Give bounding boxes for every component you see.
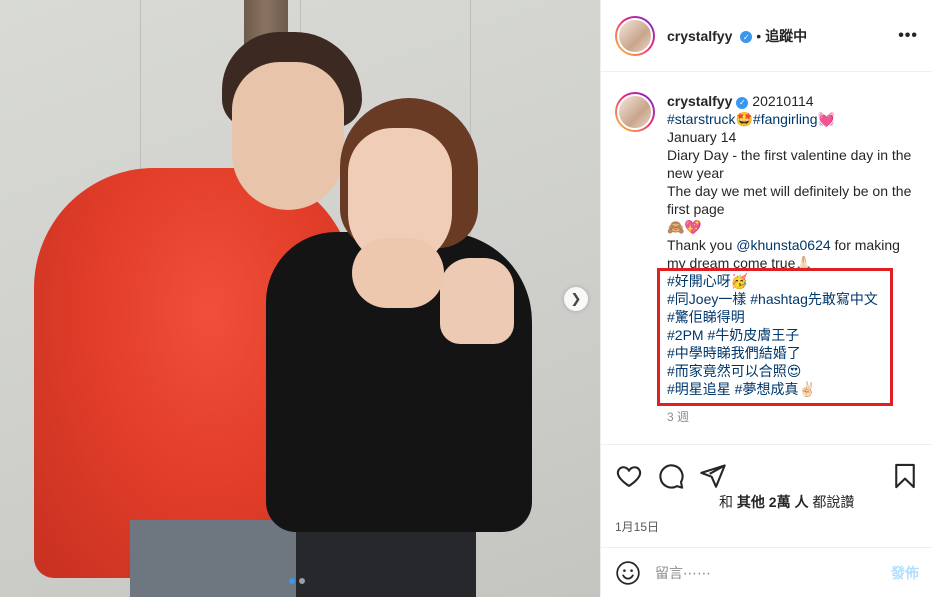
caption-line: The day we met will definitely be on the… <box>667 183 912 217</box>
comment-bar: 發佈 <box>601 547 932 597</box>
caption-body: crystalfyy ✓ 20210114 #starstruck🤩#fangir… <box>657 92 920 444</box>
hashtag-starstruck[interactable]: #starstruck <box>667 111 735 127</box>
mention-link[interactable]: @khunsta0624 <box>736 237 830 253</box>
hashtag-block: #好開心呀🥳 #同Joey一樣 #hashtag先敢寫中文 #驚佢睇得明 #2P… <box>657 268 920 406</box>
comment-input[interactable] <box>655 564 855 581</box>
hashtag-line[interactable]: #同Joey一樣 #hashtag先敢寫中文 <box>667 290 920 308</box>
following-button[interactable]: 追蹤中 <box>765 26 807 46</box>
post-comment-button[interactable]: 發佈 <box>891 563 919 583</box>
comment-icon[interactable] <box>657 462 685 490</box>
caption-area: crystalfyy ✓ 20210114 #starstruck🤩#fangir… <box>601 72 932 444</box>
post-side-panel: crystalfyy ✓ • 追蹤中 ••• crystalfyy ✓ 20210… <box>600 0 932 597</box>
header-username[interactable]: crystalfyy ✓ <box>667 28 753 44</box>
caption-line: January 14 <box>667 129 737 145</box>
carousel-indicator <box>289 578 305 584</box>
hashtag-line[interactable]: #明星追星 #夢想成真✌🏻 <box>667 380 920 398</box>
likes-prefix: 和 <box>719 494 733 510</box>
man-jeans <box>130 520 310 597</box>
caption-date-tag: 20210114 <box>752 93 814 109</box>
bookmark-icon[interactable] <box>891 462 919 490</box>
likes-suffix: 都說讚 <box>812 494 855 510</box>
woman-hands <box>352 238 444 308</box>
post-header: crystalfyy ✓ • 追蹤中 ••• <box>601 0 932 72</box>
woman-shoulder <box>440 258 514 344</box>
action-bar <box>601 444 932 494</box>
more-options-icon[interactable]: ••• <box>898 27 918 45</box>
likes-count[interactable]: 其他 2萬 人 <box>737 494 809 510</box>
post-photo[interactable]: ❯ <box>0 0 600 597</box>
caption-emoji-line: 🙈💖 <box>667 219 702 235</box>
carousel-dot <box>299 578 305 584</box>
post-date[interactable]: 1月15日 <box>615 518 659 535</box>
verified-badge-icon: ✓ <box>736 97 749 109</box>
hashtag-line[interactable]: #2PM #牛奶皮膚王子 <box>667 326 920 344</box>
caption-username[interactable]: crystalfyy ✓ <box>667 93 749 109</box>
man-face <box>232 62 344 210</box>
hashtag-line[interactable]: #中學時睇我們結婚了 <box>667 344 920 362</box>
hashtag-line[interactable]: #好開心呀🥳 <box>667 272 920 290</box>
caption-age[interactable]: 3 週 <box>667 408 920 426</box>
verified-badge-icon: ✓ <box>740 31 753 43</box>
carousel-dot-active <box>289 578 295 584</box>
hashtag-fangirling[interactable]: #fangirling <box>753 111 818 127</box>
caption-line: Diary Day - the first valentine day in t… <box>667 147 912 181</box>
carousel-next-button[interactable]: ❯ <box>564 287 588 311</box>
likes-summary: 和 其他 2萬 人 都說讚 <box>719 492 854 512</box>
username-text[interactable]: crystalfyy <box>667 28 732 44</box>
caption-avatar[interactable] <box>615 92 655 132</box>
hashtag-line[interactable]: #驚佢睇得明 <box>667 308 920 326</box>
header-separator: • <box>756 27 762 44</box>
avatar[interactable] <box>615 15 655 56</box>
emoji-smiley-icon[interactable] <box>615 560 641 586</box>
star-struck-emoji: 🤩 <box>735 111 753 127</box>
caption-text: Thank you <box>667 237 737 253</box>
heart-icon[interactable] <box>615 462 643 490</box>
hashtag-line[interactable]: #而家竟然可以合照😍 <box>667 362 920 380</box>
chevron-right-icon: ❯ <box>570 291 582 306</box>
heart-emoji: 💓 <box>817 111 835 127</box>
share-icon[interactable] <box>699 462 727 490</box>
